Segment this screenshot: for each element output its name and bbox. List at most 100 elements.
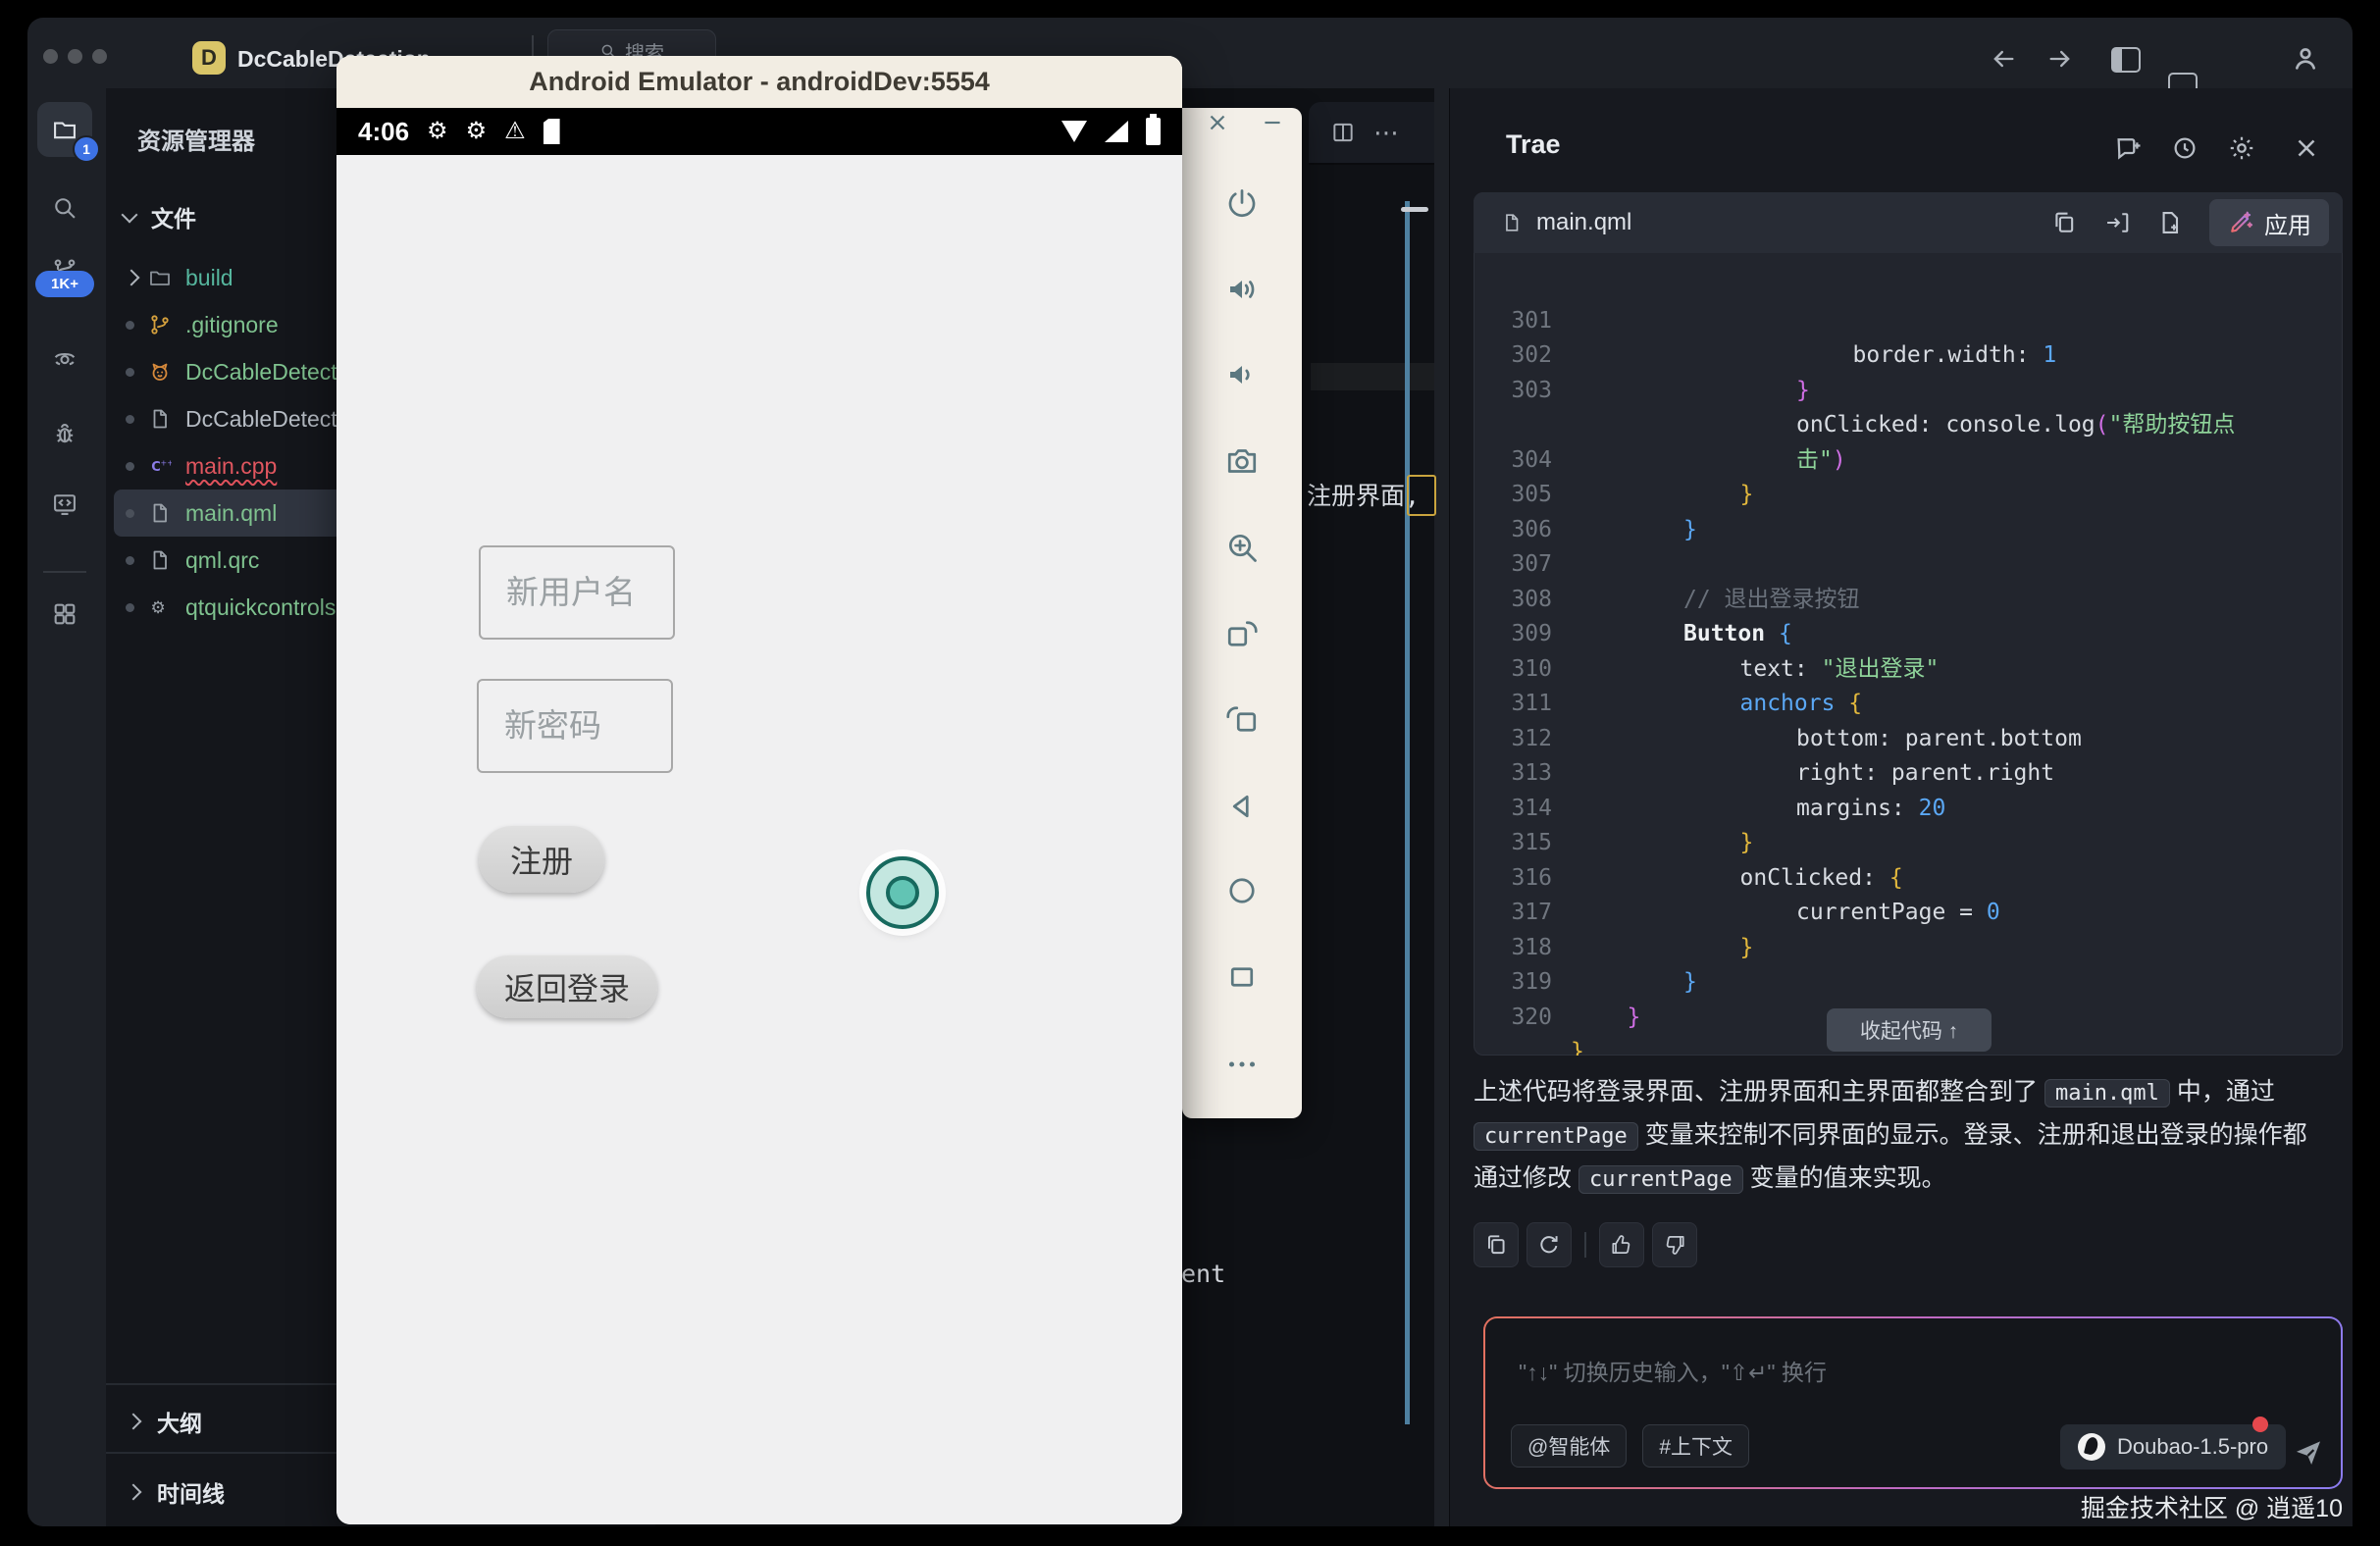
rotate-left-button[interactable] bbox=[1224, 616, 1260, 651]
svg-text:++: ++ bbox=[161, 459, 173, 468]
camera-button[interactable] bbox=[1224, 443, 1260, 479]
scrollbar-thumb[interactable] bbox=[1401, 207, 1428, 212]
code-line: 320 } bbox=[1474, 965, 2343, 1001]
file-icon bbox=[1501, 210, 1523, 235]
file-name: main.cpp bbox=[185, 453, 277, 480]
volume-up-button[interactable] bbox=[1224, 272, 1260, 307]
activitybar-extensions[interactable] bbox=[51, 600, 78, 628]
explorer-badge: 1 bbox=[73, 135, 100, 163]
model-logo-icon bbox=[2078, 1433, 2105, 1461]
traffic-light-minimize[interactable] bbox=[68, 49, 82, 64]
camera-icon bbox=[1224, 466, 1260, 483]
thumbs-up-button[interactable] bbox=[1599, 1222, 1644, 1267]
code-line: 316 currentPage = 0 bbox=[1474, 826, 2343, 861]
screenshot-root: D DcCableDetection 搜索 1 1K+ 资源管理器 bbox=[0, 0, 2380, 1546]
new-file-button[interactable] bbox=[2156, 209, 2184, 236]
divider bbox=[1584, 1232, 1586, 1258]
file-dot-icon bbox=[126, 603, 134, 612]
traffic-light-close[interactable] bbox=[43, 49, 58, 64]
code-line: 击") bbox=[1474, 374, 2343, 409]
code-line: 304 } bbox=[1474, 408, 2343, 443]
new-chat-button[interactable] bbox=[2113, 133, 2143, 163]
emulator-close-button[interactable] bbox=[1205, 110, 1230, 135]
touch-indicator bbox=[866, 856, 939, 929]
arrow-left-icon bbox=[1990, 45, 2017, 73]
rotate-left-icon bbox=[1224, 639, 1260, 655]
sdcard-status-icon bbox=[543, 119, 560, 144]
file-plus-icon bbox=[2156, 209, 2184, 236]
nav-back-button[interactable] bbox=[1990, 45, 2017, 73]
editor-more-button[interactable]: ⋯ bbox=[1373, 128, 1401, 137]
overview-button[interactable] bbox=[1224, 959, 1260, 995]
send-icon bbox=[2292, 1436, 2325, 1469]
toggle-left-sidebar-button[interactable] bbox=[2111, 47, 2141, 73]
agent-chip[interactable]: @智能体 bbox=[1511, 1424, 1627, 1468]
home-icon bbox=[1224, 896, 1260, 912]
rotate-right-button[interactable] bbox=[1224, 701, 1260, 737]
cell-signal-icon bbox=[1105, 121, 1128, 142]
back-button[interactable] bbox=[1224, 789, 1260, 824]
thumbs-down-button[interactable] bbox=[1652, 1222, 1697, 1267]
emulator-window: Android Emulator - androidDev:5554 4:06 … bbox=[336, 56, 1182, 1524]
section-outline[interactable]: 大纲 bbox=[128, 1405, 202, 1438]
copy-message-button[interactable] bbox=[1474, 1222, 1519, 1267]
activitybar-debug[interactable] bbox=[51, 420, 78, 447]
code-line: 308 Button { bbox=[1474, 547, 2343, 583]
battery-icon bbox=[1146, 118, 1161, 145]
context-chip[interactable]: #上下文 bbox=[1642, 1424, 1749, 1468]
new-username-input[interactable] bbox=[479, 545, 675, 640]
thumbs-up-icon bbox=[1609, 1232, 1634, 1258]
section-files[interactable]: 文件 bbox=[124, 200, 196, 233]
new-chat-icon bbox=[2113, 133, 2143, 163]
person-icon bbox=[2290, 43, 2321, 75]
code-line: 318 } bbox=[1474, 896, 2343, 931]
insert-code-button[interactable] bbox=[2103, 209, 2131, 236]
model-selector[interactable]: Doubao-1.5-pro bbox=[2060, 1424, 2286, 1469]
sparkle-pen-icon bbox=[2227, 209, 2254, 236]
status-time: 4:06 bbox=[358, 117, 409, 147]
section-timeline[interactable]: 时间线 bbox=[128, 1475, 225, 1509]
code-line: 306 bbox=[1474, 478, 2343, 513]
home-button[interactable] bbox=[1224, 873, 1260, 908]
overview-icon bbox=[1224, 982, 1260, 999]
regenerate-button[interactable] bbox=[1526, 1222, 1572, 1267]
split-icon bbox=[1330, 120, 1356, 145]
copy-icon bbox=[2050, 209, 2078, 236]
traffic-light-zoom[interactable] bbox=[92, 49, 107, 64]
volume-down-button[interactable] bbox=[1224, 357, 1260, 392]
collapse-code-button[interactable]: 收起代码 ↑ bbox=[1827, 1008, 1992, 1052]
send-button[interactable] bbox=[2292, 1436, 2325, 1469]
code-line: 310 anchors { bbox=[1474, 617, 2343, 652]
apply-button[interactable]: 应用 bbox=[2209, 199, 2329, 246]
android-status-bar: 4:06 ⚙ ⚙ ⚠ bbox=[336, 108, 1182, 155]
back-to-login-button[interactable]: 返回登录 bbox=[477, 955, 657, 1018]
history-button[interactable] bbox=[2170, 133, 2199, 163]
close-panel-button[interactable] bbox=[2292, 133, 2321, 163]
copy-code-button[interactable] bbox=[2050, 209, 2078, 236]
bracket-match-box bbox=[1407, 475, 1436, 516]
power-button[interactable] bbox=[1224, 186, 1260, 222]
chevron-right-icon bbox=[126, 1484, 142, 1501]
code-line: 314 } bbox=[1474, 756, 2343, 792]
file-name: .gitignore bbox=[185, 312, 279, 338]
assistant-message: 上述代码将登录界面、注册界面和主界面都整合到了 main.qml 中，通过 cu… bbox=[1474, 1071, 2329, 1201]
source-control-badge: 1K+ bbox=[35, 271, 94, 297]
activitybar-search[interactable] bbox=[51, 194, 78, 222]
more-button[interactable] bbox=[1224, 1047, 1260, 1082]
code-block: 301 border.width: 1 302 } 303 onClicked:… bbox=[1474, 253, 2343, 1056]
split-editor-button[interactable] bbox=[1330, 120, 1356, 145]
nav-forward-button[interactable] bbox=[2046, 45, 2074, 73]
zoom-button[interactable] bbox=[1224, 530, 1260, 565]
account-button[interactable] bbox=[2290, 43, 2321, 75]
code-line: 319 } bbox=[1474, 931, 2343, 966]
settings-button[interactable] bbox=[2227, 133, 2256, 163]
code-line: 311 bottom: parent.bottom bbox=[1474, 652, 2343, 688]
activitybar-explorer[interactable] bbox=[51, 116, 78, 143]
new-password-input[interactable] bbox=[477, 679, 673, 773]
register-button[interactable]: 注册 bbox=[479, 826, 604, 893]
activitybar-terminal[interactable] bbox=[51, 490, 78, 518]
file-dot-icon bbox=[126, 462, 134, 471]
grid-icon bbox=[51, 600, 78, 628]
activitybar-preview[interactable] bbox=[51, 345, 78, 373]
emulator-minimize-button[interactable] bbox=[1260, 110, 1285, 135]
